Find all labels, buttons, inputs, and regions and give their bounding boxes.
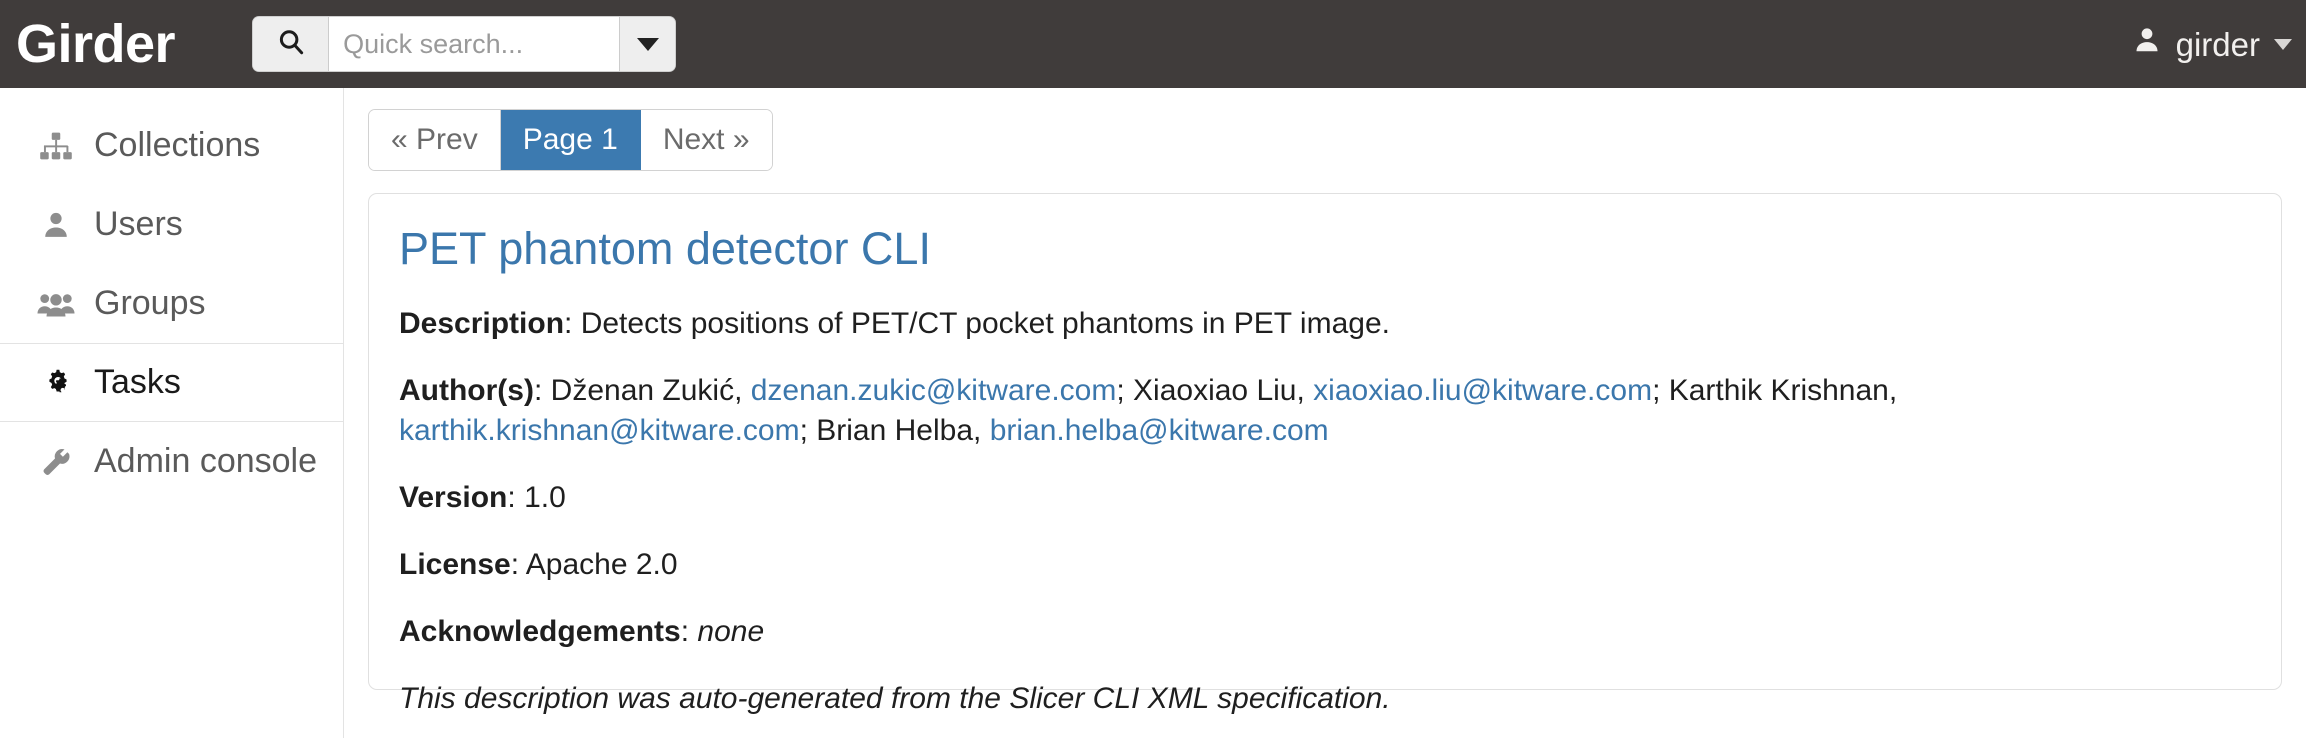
- version-row: Version: 1.0: [399, 478, 2251, 518]
- authors-label: Author(s): [399, 374, 534, 408]
- sidebar-item-collections[interactable]: Collections: [0, 106, 343, 185]
- main-content: « Prev Page 1 Next » PET phantom detecto…: [345, 88, 2306, 738]
- author-email-link[interactable]: karthik.krishnan@kitware.com: [399, 414, 800, 447]
- author-name: Dženan Zukić,: [550, 374, 751, 408]
- search-input[interactable]: [329, 17, 620, 71]
- top-navbar: Girder girder: [0, 0, 2306, 88]
- current-page-button[interactable]: Page 1: [500, 110, 641, 170]
- authors-colon: :: [533, 374, 551, 408]
- search-mode-dropdown-button[interactable]: [619, 17, 676, 71]
- sidebar-item-users[interactable]: Users: [0, 185, 343, 264]
- sidebar-item-label: Admin console: [94, 442, 318, 480]
- sidebar-item-label: Users: [94, 205, 183, 243]
- sidebar: Collections Users Groups Tasks Admin con…: [0, 88, 344, 738]
- brand-logo[interactable]: Girder: [16, 17, 176, 71]
- version-colon: :: [507, 480, 525, 514]
- pagination: « Prev Page 1 Next »: [368, 109, 773, 171]
- acknowledgements-row: Acknowledgements: none: [399, 612, 2251, 652]
- author-name: Brian Helba,: [816, 414, 990, 448]
- acknowledgements-colon: :: [680, 614, 698, 648]
- description-colon: :: [564, 307, 581, 341]
- task-card: PET phantom detector CLI Description: De…: [368, 193, 2282, 715]
- author-email-link[interactable]: dzenan.zukic@kitware.com: [751, 374, 1117, 407]
- license-value: Apache 2.0: [525, 547, 678, 581]
- author-separator: ;: [799, 414, 817, 448]
- acknowledgements-label: Acknowledgements: [399, 614, 681, 648]
- user-icon: [2132, 25, 2162, 63]
- sidebar-item-label: Groups: [94, 284, 206, 322]
- description-value: Detects positions of PET/CT pocket phant…: [580, 307, 1390, 341]
- search-icon: [276, 27, 306, 62]
- author-name: Karthik Krishnan,: [1668, 374, 1898, 408]
- users-icon: [36, 289, 76, 319]
- author-separator: ;: [1652, 374, 1669, 408]
- sidebar-item-label: Tasks: [94, 363, 181, 401]
- author-email-link[interactable]: brian.helba@kitware.com: [990, 414, 1329, 447]
- user-menu[interactable]: girder: [2132, 25, 2306, 63]
- cogs-icon: [36, 368, 76, 398]
- version-value: 1.0: [524, 480, 566, 514]
- sitemap-icon: [36, 131, 76, 161]
- auto-generated-note: This description was auto-generated from…: [399, 681, 1391, 715]
- caret-down-icon: [636, 37, 659, 51]
- wrench-icon: [36, 447, 76, 477]
- acknowledgements-value: none: [697, 614, 765, 648]
- caret-down-icon: [2274, 38, 2292, 50]
- task-title-link[interactable]: PET phantom detector CLI: [399, 221, 2251, 277]
- user-icon: [36, 210, 76, 240]
- prev-page-button[interactable]: « Prev: [369, 110, 501, 170]
- user-name-label: girder: [2175, 25, 2260, 63]
- license-row: License: Apache 2.0: [399, 545, 2251, 585]
- description-row: Description: Detects positions of PET/CT…: [399, 304, 2251, 344]
- search-button[interactable]: [253, 17, 330, 71]
- version-label: Version: [399, 480, 508, 514]
- authors-list: Dženan Zukić, dzenan.zukic@kitware.com; …: [399, 374, 1897, 447]
- next-page-button[interactable]: Next »: [640, 110, 772, 170]
- sidebar-item-groups[interactable]: Groups: [0, 264, 343, 343]
- license-colon: :: [510, 547, 526, 581]
- license-label: License: [399, 547, 511, 581]
- authors-row: Author(s): Dženan Zukić, dzenan.zukic@ki…: [399, 371, 2251, 451]
- author-email-link[interactable]: xiaoxiao.liu@kitware.com: [1313, 374, 1652, 407]
- author-separator: ;: [1116, 374, 1134, 408]
- sidebar-item-tasks[interactable]: Tasks: [0, 343, 343, 422]
- author-name: Xiaoxiao Liu,: [1133, 374, 1314, 408]
- description-label: Description: [399, 307, 565, 341]
- sidebar-item-admin-console[interactable]: Admin console: [0, 422, 343, 501]
- quick-search-group: [253, 17, 676, 71]
- sidebar-item-label: Collections: [94, 126, 261, 164]
